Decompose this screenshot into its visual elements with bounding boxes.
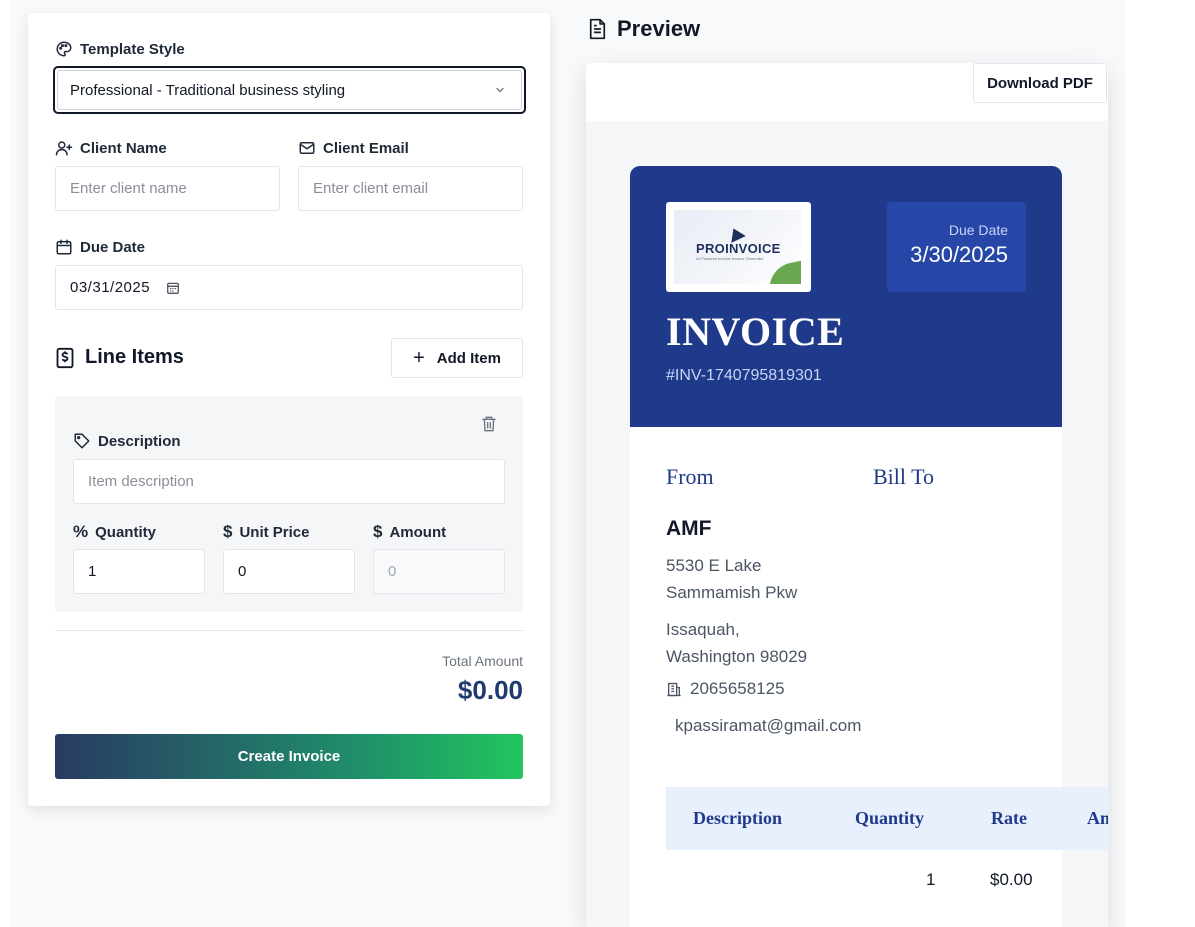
trash-icon[interactable] [481,415,497,433]
template-style-select[interactable]: Professional - Traditional business styl… [53,66,526,114]
line-items-title: Line Items [85,346,184,368]
address-line: Issaquah, [666,620,740,639]
address-line: Sammamish Pkw [666,583,798,602]
dollar-icon: $ [223,522,233,541]
preview-heading: Preview [588,16,700,42]
amount-value: 0 [388,563,397,580]
quantity-label: % Quantity [73,522,156,542]
create-invoice-button[interactable]: Create Invoice [55,734,523,779]
client-name-input[interactable]: Enter client name [55,166,280,211]
table-header-rate: Rate [991,808,1027,828]
invoice-title: INVOICE [666,309,845,354]
dollar-receipt-icon [56,347,74,368]
template-style-value: Professional - Traditional business styl… [70,81,346,99]
from-address-street: 5530 E Lake Sammamish Pkw [666,552,797,606]
total-amount-value: $0.00 [457,675,523,705]
building-icon [667,682,681,696]
table-header-quantity: Quantity [855,808,925,828]
amount-input: 0 [373,549,505,594]
plus-icon: + [413,347,425,369]
quantity-label-text: Quantity [95,523,156,541]
client-email-label: Client Email [298,139,409,157]
table-header-amount: Amount [1087,808,1108,828]
invoice-header: PROINVOICE AI-Powered Invoice Invoice Ge… [630,166,1062,427]
due-date-value: 03/31/2025 [70,279,151,296]
percent-icon: % [73,522,89,541]
download-pdf-button[interactable]: Download PDF [973,63,1107,103]
document-icon [589,18,606,40]
from-heading: From [666,464,714,489]
description-label: Description [73,432,181,450]
logo-tagline: AI-Powered Invoice Invoice Generator [696,256,764,261]
template-style-label: Template Style [55,40,185,58]
client-email-input[interactable]: Enter client email [298,166,523,211]
description-placeholder: Item description [88,473,194,490]
line-items-heading: Line Items [55,346,184,369]
palette-icon [56,41,72,57]
client-email-label-text: Client Email [323,139,409,157]
preview-panel: Download PDF PROINVOICE AI-Powered Invoi… [586,63,1108,927]
table-header-description: Description [693,808,782,828]
add-item-button[interactable]: + Add Item [391,338,523,378]
invoice-document: PROINVOICE AI-Powered Invoice Invoice Ge… [630,166,1108,927]
add-item-label: Add Item [436,349,501,367]
unit-price-label-text: Unit Price [239,523,310,541]
due-date-box-label: Due Date [948,222,1008,238]
unit-price-label: $ Unit Price [223,522,310,542]
from-phone: 2065658125 [666,679,785,699]
logo-text: PROINVOICE [696,241,781,256]
create-invoice-label: Create Invoice [237,748,341,765]
mail-icon [299,142,315,154]
due-date-label-text: Due Date [80,238,146,256]
items-table-header: Description Quantity Rate Amount [666,787,1108,850]
client-name-label: Client Name [55,139,167,157]
quantity-input[interactable]: 1 [73,549,205,594]
from-address-city: Issaquah, Washington 98029 [666,616,807,670]
total-amount-label: Total Amount [442,653,523,669]
due-date-label: Due Date [55,238,145,256]
unit-price-value: 0 [238,563,247,580]
from-email: kpassiramat@gmail.com [675,716,862,735]
phone-value: 2065658125 [690,679,785,698]
client-name-placeholder: Enter client name [70,180,187,197]
line-item-panel: Description Item description % Quantity … [55,396,523,612]
dollar-icon: $ [373,522,383,541]
invoice-number: #INV-1740795819301 [666,367,822,384]
client-email-placeholder: Enter client email [313,180,429,197]
preview-title: Preview [617,16,701,41]
unit-price-input[interactable]: 0 [223,549,355,594]
company-logo: PROINVOICE AI-Powered Invoice Invoice Ge… [666,202,811,292]
invoice-form-card: Template Style Professional - Traditiona… [28,13,550,806]
amount-label-text: Amount [389,523,447,541]
calendar-picker-icon[interactable] [166,281,180,295]
due-date-input[interactable]: 03/31/2025 [55,265,523,310]
quantity-value: 1 [88,563,97,580]
calendar-icon [56,239,72,255]
preview-toolbar: Download PDF [586,63,1108,121]
logo-swoosh [764,260,801,284]
description-label-text: Description [98,432,181,450]
user-plus-icon [55,141,73,156]
address-line: Washington 98029 [666,647,808,666]
table-cell-rate: $0.00 [990,870,1033,889]
bill-to-heading: Bill To [873,464,935,489]
divider [55,630,523,631]
address-line: 5530 E Lake [666,556,762,575]
download-pdf-label: Download PDF [987,74,1093,92]
table-cell-quantity: 1 [926,870,936,889]
client-name-label-text: Client Name [80,139,167,157]
due-date-box: Due Date 3/30/2025 [887,202,1026,292]
due-date-box-value: 3/30/2025 [910,242,1008,267]
tag-icon [74,433,90,449]
chevron-down-icon [496,87,504,93]
from-company-name: AMF [666,517,712,540]
template-style-label-text: Template Style [80,40,185,58]
description-input[interactable]: Item description [73,459,505,504]
amount-label: $ Amount [373,522,446,542]
